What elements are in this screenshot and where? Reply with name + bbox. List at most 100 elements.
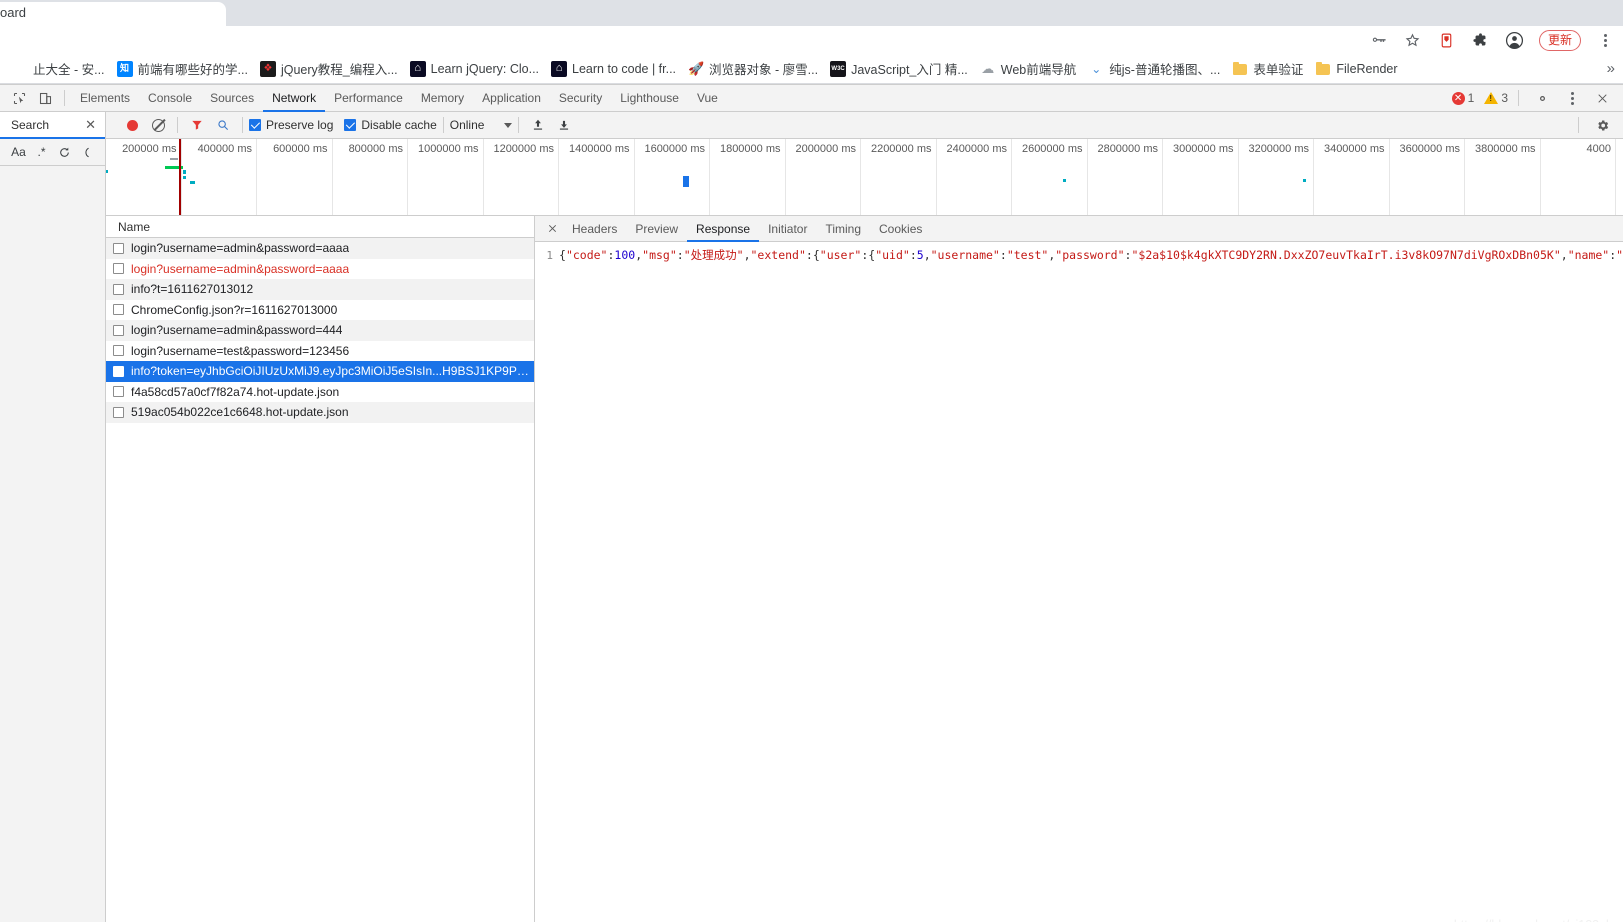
- close-icon[interactable]: [1589, 85, 1615, 111]
- disable-cache-checkbox[interactable]: Disable cache: [344, 118, 436, 132]
- close-icon[interactable]: [541, 218, 563, 240]
- request-row[interactable]: login?username=admin&password=aaaa: [106, 259, 534, 280]
- row-checkbox[interactable]: [113, 304, 124, 315]
- request-rows: login?username=admin&password=aaaalogin?…: [106, 238, 534, 922]
- update-button[interactable]: 更新: [1539, 30, 1581, 51]
- profile-avatar-icon[interactable]: [1505, 30, 1525, 50]
- bookmarks-overflow-button[interactable]: »: [1607, 60, 1615, 77]
- bookmark-item[interactable]: ☁Web前端导航: [974, 57, 1082, 80]
- devtools-tab-console[interactable]: Console: [139, 85, 201, 112]
- puzzle-icon[interactable]: [1471, 30, 1491, 50]
- network-overview[interactable]: 200000 ms400000 ms600000 ms800000 ms1000…: [106, 139, 1623, 216]
- preserve-log-checkbox[interactable]: Preserve log: [249, 118, 333, 132]
- warning-counter[interactable]: 3: [1484, 91, 1508, 105]
- toolbar-divider: [1518, 90, 1519, 106]
- request-row[interactable]: ChromeConfig.json?r=1611627013000: [106, 300, 534, 321]
- request-list: Name login?username=admin&password=aaaal…: [106, 216, 535, 922]
- timeline-tick: 3000000 ms: [1163, 139, 1239, 216]
- detail-tab-response[interactable]: Response: [687, 216, 759, 242]
- row-checkbox[interactable]: [113, 366, 124, 377]
- disable-cache-label: Disable cache: [361, 118, 436, 132]
- search-icon[interactable]: [210, 112, 236, 138]
- request-list-header[interactable]: Name: [106, 216, 534, 238]
- devtools-tab-vue[interactable]: Vue: [688, 85, 727, 112]
- clear-icon[interactable]: [145, 112, 171, 138]
- devtools-tab-lighthouse[interactable]: Lighthouse: [611, 85, 688, 112]
- bookmark-item[interactable]: FileRender: [1309, 59, 1403, 79]
- row-checkbox[interactable]: [113, 407, 124, 418]
- devtools-more-icon[interactable]: [1559, 85, 1585, 111]
- timeline-tick: 2800000 ms: [1088, 139, 1164, 216]
- bookmark-item[interactable]: 知前端有哪些好的学...: [111, 57, 254, 80]
- bookmark-item[interactable]: ⌄纯js-普通轮播图、...: [1082, 57, 1226, 80]
- error-counter[interactable]: ✕ 1: [1452, 91, 1475, 105]
- device-toolbar-icon[interactable]: [32, 85, 58, 111]
- row-checkbox[interactable]: [113, 284, 124, 295]
- detail-tab-timing[interactable]: Timing: [816, 216, 870, 242]
- request-name: login?username=test&password=123456: [131, 344, 349, 358]
- clear-search-icon[interactable]: [77, 142, 98, 163]
- regex-button[interactable]: .*: [31, 142, 52, 163]
- timeline-tick-label: 200000 ms: [122, 143, 176, 155]
- extension-red-icon[interactable]: [1437, 30, 1457, 50]
- refresh-icon[interactable]: [54, 142, 75, 163]
- devtools-tab-security[interactable]: Security: [550, 85, 611, 112]
- bookmark-label: 纯js-普通轮播图、...: [1109, 59, 1220, 78]
- row-checkbox[interactable]: [113, 325, 124, 336]
- request-row[interactable]: info?t=1611627013012: [106, 279, 534, 300]
- bookmark-item[interactable]: ⌂Learn jQuery: Clo...: [404, 59, 545, 79]
- inspect-element-icon[interactable]: [6, 85, 32, 111]
- row-checkbox[interactable]: [113, 345, 124, 356]
- bookmark-item[interactable]: ❖ jQuery教程_编程入...: [254, 57, 404, 80]
- detail-tab-initiator[interactable]: Initiator: [759, 216, 816, 242]
- row-checkbox[interactable]: [113, 263, 124, 274]
- search-tab[interactable]: Search ✕: [0, 112, 106, 139]
- throttling-select[interactable]: Online: [450, 118, 513, 132]
- devtools-tab-network[interactable]: Network: [263, 85, 325, 112]
- response-body-viewer[interactable]: 1 {"code":100,"msg":"处理成功","extend":{"us…: [535, 242, 1623, 922]
- bookmark-item[interactable]: W3CJavaScript_入门 精...: [824, 57, 974, 80]
- bookmark-item[interactable]: 止大全 - 安...: [6, 57, 111, 80]
- row-checkbox[interactable]: [113, 243, 124, 254]
- browser-menu-icon[interactable]: [1595, 30, 1615, 50]
- request-row[interactable]: login?username=test&password=123456: [106, 341, 534, 362]
- request-name: info?t=1611627013012: [131, 282, 253, 296]
- star-icon[interactable]: [1403, 30, 1423, 50]
- request-row[interactable]: login?username=admin&password=aaaa: [106, 238, 534, 259]
- record-button[interactable]: [119, 112, 145, 138]
- browser-tab[interactable]: [0, 2, 226, 26]
- match-case-button[interactable]: Aa: [8, 142, 29, 163]
- bookmark-label: jQuery教程_编程入...: [281, 59, 398, 78]
- gear-icon[interactable]: [1589, 112, 1615, 138]
- bookmark-label: 止大全 - 安...: [33, 59, 105, 78]
- request-row[interactable]: 519ac054b022ce1c6648.hot-update.json: [106, 402, 534, 423]
- w3c-icon: W3C: [830, 61, 846, 77]
- freecodecamp-icon: ⌂: [551, 61, 567, 77]
- filter-icon[interactable]: [184, 112, 210, 138]
- devtools-tab-sources[interactable]: Sources: [201, 85, 263, 112]
- search-close-icon[interactable]: ✕: [85, 117, 96, 133]
- bookmark-item[interactable]: ⌂Learn to code | fr...: [545, 59, 682, 79]
- network-pane: 200000 ms400000 ms600000 ms800000 ms1000…: [106, 139, 1623, 922]
- devtools-tab-elements[interactable]: Elements: [71, 85, 139, 112]
- bookmark-item[interactable]: 🚀浏览器对象 - 廖雪...: [682, 57, 824, 80]
- code-line: 1 {"code":100,"msg":"处理成功","extend":{"us…: [535, 247, 1623, 263]
- bookmarks-bar: 止大全 - 安... 知前端有哪些好的学... ❖ jQuery教程_编程入... ⌂L…: [0, 54, 1623, 84]
- detail-tab-cookies[interactable]: Cookies: [870, 216, 931, 242]
- jquery-icon: ❖: [260, 61, 276, 77]
- detail-tab-preview[interactable]: Preview: [626, 216, 687, 242]
- import-har-icon[interactable]: [525, 112, 551, 138]
- row-checkbox[interactable]: [113, 386, 124, 397]
- gear-icon[interactable]: [1529, 85, 1555, 111]
- devtools-body: Aa .* 200000 ms400000 ms600000 ms800000 …: [0, 139, 1623, 922]
- devtools-tab-memory[interactable]: Memory: [412, 85, 473, 112]
- request-row[interactable]: f4a58cd57a0cf7f82a74.hot-update.json: [106, 382, 534, 403]
- devtools-tab-application[interactable]: Application: [473, 85, 550, 112]
- bookmark-item[interactable]: 表单验证: [1226, 57, 1309, 80]
- request-row[interactable]: info?token=eyJhbGciOiJIUzUxMiJ9.eyJpc3Mi…: [106, 361, 534, 382]
- export-har-icon[interactable]: [551, 112, 577, 138]
- key-icon[interactable]: [1369, 30, 1389, 50]
- detail-tab-headers[interactable]: Headers: [563, 216, 626, 242]
- devtools-tab-performance[interactable]: Performance: [325, 85, 412, 112]
- request-row[interactable]: login?username=admin&password=444: [106, 320, 534, 341]
